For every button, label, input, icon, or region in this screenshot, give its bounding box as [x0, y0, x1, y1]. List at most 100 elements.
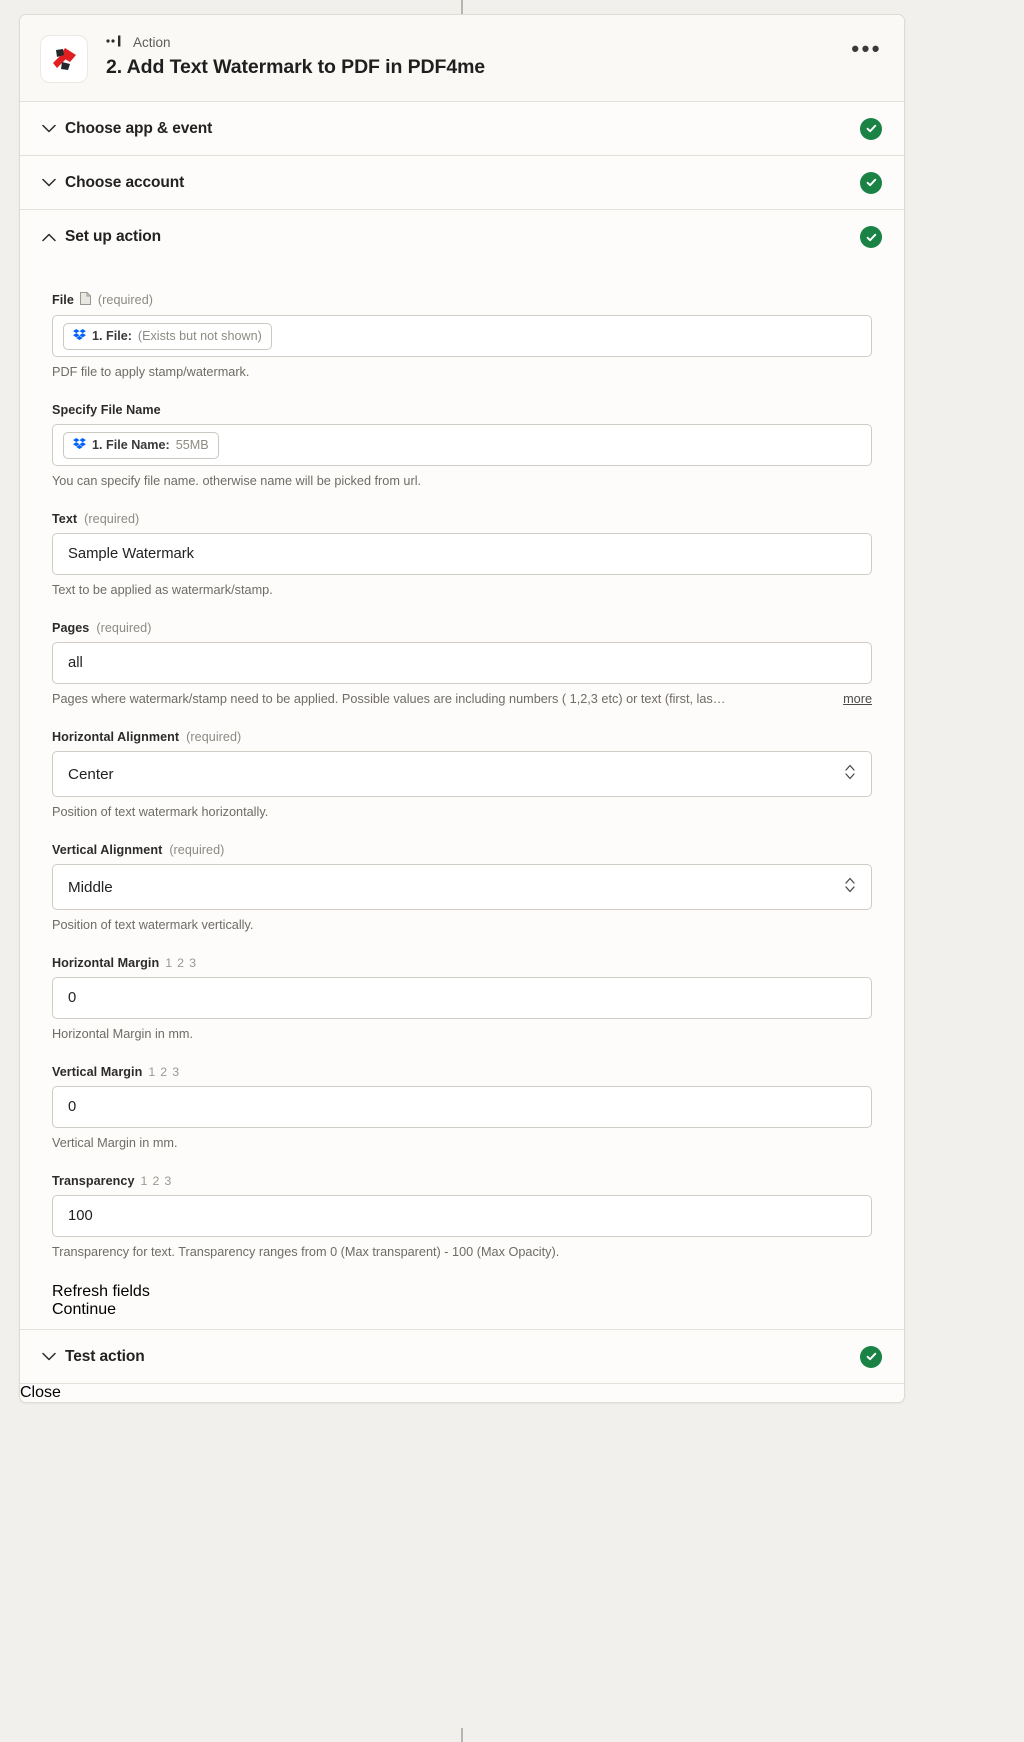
field-help-text: Transparency for text. Transparency rang… [52, 1245, 560, 1259]
pdf4me-logo-icon [40, 35, 88, 83]
transparency-value: 100 [68, 1208, 93, 1224]
vertical-margin-input[interactable]: 0 [52, 1086, 872, 1128]
field-help: Position of text watermark vertically. [52, 917, 872, 934]
page-title: 2. Add Text Watermark to PDF in PDF4me [106, 56, 486, 78]
field-label-text: Transparency [52, 1174, 135, 1188]
number-type-hint: 1 2 3 [140, 1174, 173, 1188]
chevron-down-icon [40, 120, 58, 138]
field-label: Transparency 1 2 3 [52, 1174, 872, 1188]
section-choose-account[interactable]: Choose account [20, 156, 904, 210]
field-pages: Pages (required) all Pages where waterma… [52, 621, 872, 708]
pages-input-value: all [68, 655, 83, 671]
field-label-text: Pages [52, 621, 90, 635]
field-help: Text to be applied as watermark/stamp. [52, 582, 872, 599]
status-badge-complete [860, 1345, 882, 1368]
status-badge-complete [860, 226, 882, 248]
field-text: Text (required) Sample Watermark Text to… [52, 512, 872, 599]
field-label-text: Text [52, 512, 78, 526]
field-help: Transparency for text. Transparency rang… [52, 1244, 872, 1261]
ellipsis-icon[interactable]: ••• [851, 38, 882, 60]
vertical-alignment-select[interactable]: Middle [52, 864, 872, 910]
field-label: File (required) [52, 292, 872, 308]
field-label: Horizontal Alignment (required) [52, 730, 872, 744]
action-buttons: Refresh fields Continue [52, 1283, 872, 1319]
field-help: PDF file to apply stamp/watermark. [52, 364, 872, 381]
header-text-group: Action 2. Add Text Watermark to PDF in P… [106, 33, 485, 80]
close-button-label: Close [20, 1384, 61, 1401]
header-kicker-label: Action [133, 35, 171, 50]
chevron-updown-icon [844, 763, 856, 785]
field-label: Pages (required) [52, 621, 872, 635]
transparency-input[interactable]: 100 [52, 1195, 872, 1237]
chevron-up-icon [40, 228, 58, 246]
continue-button[interactable]: Continue [52, 1301, 872, 1319]
field-label: Vertical Alignment (required) [52, 843, 872, 857]
field-transparency: Transparency 1 2 3 100 Transparency for … [52, 1174, 872, 1261]
number-type-hint: 1 2 3 [148, 1065, 180, 1079]
section-label: Test action [65, 1347, 145, 1365]
field-label-text: Horizontal Margin [52, 956, 160, 970]
text-input[interactable]: Sample Watermark [52, 533, 872, 575]
field-label: Horizontal Margin 1 2 3 [52, 956, 872, 970]
field-required-tag: (required) [84, 512, 140, 526]
token-label: 1. File Name: [92, 438, 170, 452]
mapped-value-token[interactable]: 1. File Name: 55MB [63, 431, 219, 459]
field-horizontal-margin: Horizontal Margin 1 2 3 0 Horizontal Mar… [52, 956, 872, 1043]
field-help: You can specify file name. otherwise nam… [52, 473, 872, 490]
dropbox-icon [73, 328, 86, 344]
file-input[interactable]: 1. File: (Exists but not shown) [52, 315, 872, 357]
field-help-text: Vertical Margin in mm. [52, 1136, 178, 1150]
action-step-card: Action 2. Add Text Watermark to PDF in P… [19, 14, 905, 1403]
field-vertical-alignment: Vertical Alignment (required) Middle Pos… [52, 843, 872, 934]
number-type-hint: 1 2 3 [165, 956, 197, 970]
pages-input[interactable]: all [52, 642, 872, 684]
field-label-text: Vertical Margin [52, 1065, 143, 1079]
field-label-text: Vertical Alignment [52, 843, 163, 857]
field-required-tag: (required) [169, 843, 225, 857]
field-help: Position of text watermark horizontally. [52, 804, 872, 821]
flow-connector-bottom [461, 1728, 463, 1742]
chevron-down-icon [40, 174, 58, 192]
status-badge-complete [860, 117, 882, 140]
token-value: 55MB [175, 438, 209, 452]
field-help: Horizontal Margin in mm. [52, 1026, 872, 1043]
token-label: 1. File: [92, 329, 132, 343]
field-label-text: Specify File Name [52, 403, 161, 417]
field-required-tag: (required) [96, 621, 152, 635]
field-vertical-margin: Vertical Margin 1 2 3 0 Vertical Margin … [52, 1065, 872, 1152]
field-label: Text (required) [52, 512, 872, 526]
section-test-action[interactable]: Test action [20, 1330, 904, 1384]
section-choose-app-and-event[interactable]: Choose app & event [20, 102, 904, 156]
field-help-text: PDF file to apply stamp/watermark. [52, 365, 250, 379]
field-help-text: Pages where watermark/stamp need to be a… [52, 692, 726, 706]
dropbox-icon [73, 437, 86, 453]
refresh-fields-button[interactable]: Refresh fields [52, 1283, 872, 1301]
set-up-action-panel: File (required) 1. File: (Exists but not… [20, 264, 904, 1330]
mapped-value-token[interactable]: 1. File: (Exists but not shown) [63, 322, 272, 350]
field-help: Pages where watermark/stamp need to be a… [52, 691, 872, 708]
token-value: (Exists but not shown) [137, 329, 262, 343]
horizontal-margin-value: 0 [68, 990, 77, 1006]
field-help-text: Position of text watermark horizontally. [52, 805, 269, 819]
section-label: Set up action [65, 228, 162, 245]
horizontal-margin-input[interactable]: 0 [52, 977, 872, 1019]
field-help-text: Horizontal Margin in mm. [52, 1027, 194, 1041]
field-label-text: Horizontal Alignment [52, 730, 180, 744]
field-help-text: Text to be applied as watermark/stamp. [52, 583, 273, 597]
field-specify-file-name: Specify File Name 1. File Name: 55MB You… [52, 403, 872, 490]
close-button[interactable]: Close [20, 1384, 904, 1402]
horizontal-alignment-select[interactable]: Center [52, 751, 872, 797]
text-input-value: Sample Watermark [68, 546, 195, 562]
field-required-tag: (required) [97, 293, 153, 307]
field-label: Specify File Name [52, 403, 872, 417]
section-label: Choose app & event [65, 119, 213, 137]
field-label: Vertical Margin 1 2 3 [52, 1065, 872, 1079]
horizontal-alignment-value: Center [68, 765, 114, 783]
specify-file-name-input[interactable]: 1. File Name: 55MB [52, 424, 872, 466]
card-header: Action 2. Add Text Watermark to PDF in P… [20, 15, 904, 102]
field-help-text: Position of text watermark vertically. [52, 918, 254, 932]
more-link[interactable]: more [843, 691, 872, 708]
chevron-down-icon [40, 1348, 58, 1366]
section-set-up-action[interactable]: Set up action [20, 210, 904, 264]
section-label: Choose account [65, 173, 185, 191]
